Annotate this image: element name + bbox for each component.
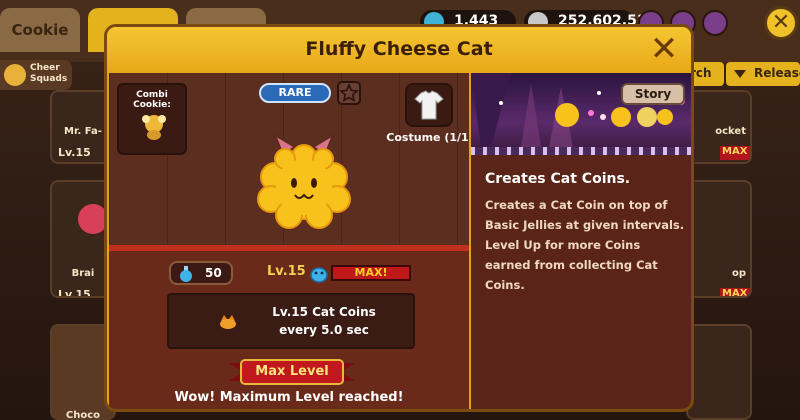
pet-card-level: Lv.15 — [58, 146, 91, 159]
popup-title: Fluffy Cheese Cat — [305, 38, 493, 60]
max-badge: MAX — [720, 288, 750, 296]
potion-count: 50 — [169, 261, 233, 285]
cheer-squads-label: Cheer Squads — [30, 63, 68, 84]
background-close-icon[interactable]: ✕ — [764, 6, 798, 40]
costume-label: Costume (1/1) — [386, 131, 469, 144]
ability-description: Creates a Cat Coin on top of Basic Jelli… — [485, 198, 685, 292]
max-level-label: Max Level — [255, 364, 329, 379]
story-preview-scene: Story — [471, 73, 691, 155]
skill-description: Lv.15 Cat Coins every 5.0 sec — [239, 303, 409, 339]
pet-detail-popup: Fluffy Cheese Cat ✕ Combi Cookie: RARE C… — [104, 24, 694, 412]
close-button[interactable]: ✕ — [647, 32, 681, 67]
pet-info-area: 50 Lv.15 MAX! Lv.15 Cat Coins every 5.0 … — [109, 251, 469, 409]
combi-cookie-icon — [142, 115, 166, 140]
pet-card-level: Lv.15 — [58, 288, 91, 298]
pet-card[interactable] — [686, 324, 752, 420]
tab-cookie[interactable]: Cookie — [0, 8, 80, 52]
level-max-bar: MAX! — [331, 265, 411, 281]
max-badge: MAX — [720, 146, 750, 160]
star-icon — [339, 83, 359, 102]
pet-card-name: op — [731, 268, 746, 279]
scene-floor-strip — [471, 147, 691, 155]
jelly-drop-icon — [310, 267, 328, 283]
release-label: Release — [754, 66, 800, 80]
potion-icon — [180, 266, 192, 282]
release-sort-button[interactable]: Release — [726, 62, 800, 86]
rarity-badge: RARE — [259, 83, 331, 103]
pet-card[interactable]: op MAX — [686, 180, 752, 298]
story-button[interactable]: Story — [621, 83, 685, 105]
pet-card-name: ocket — [715, 126, 746, 137]
pet-level: Lv.15 — [267, 264, 306, 279]
shirt-icon — [414, 90, 444, 120]
cheer-squads-button[interactable]: Cheer Squads — [0, 60, 72, 90]
cat-coin-icon — [220, 315, 236, 329]
combi-cookie-slot[interactable]: Combi Cookie: — [117, 83, 187, 155]
favorite-button[interactable] — [337, 81, 361, 105]
search-button[interactable]: rch — [690, 62, 724, 86]
ability-title: Creates Cat Coins. — [485, 171, 631, 187]
potion-amount: 50 — [205, 266, 222, 280]
skill-info-box: Lv.15 Cat Coins every 5.0 sec — [167, 293, 415, 349]
pet-description-panel: Story Creates Cat Coins. Creates a Cat C… — [471, 73, 691, 409]
settings-icon[interactable] — [702, 10, 728, 36]
skill-line-2: every 5.0 sec — [279, 323, 369, 337]
max-level-message: Wow! Maximum Level reached! — [174, 390, 404, 405]
pet-showcase: Combi Cookie: RARE Costume (1/1) — [109, 73, 469, 251]
skill-line-1: Lv.15 Cat Coins — [272, 305, 376, 319]
pet-card-name: Choco Drop — [65, 410, 101, 420]
pet-card[interactable]: ocket MAX — [686, 90, 752, 164]
pet-showcase-panel: Combi Cookie: RARE Costume (1/1) 50 Lv.1… — [109, 73, 469, 409]
fluffy-cheese-cat-image — [257, 133, 351, 229]
combi-cookie-label: Combi Cookie: — [133, 90, 171, 110]
costume-button[interactable] — [405, 83, 453, 127]
cheer-squads-icon — [4, 64, 26, 86]
popup-header: Fluffy Cheese Cat ✕ — [107, 27, 691, 73]
chevron-down-icon — [734, 70, 746, 78]
